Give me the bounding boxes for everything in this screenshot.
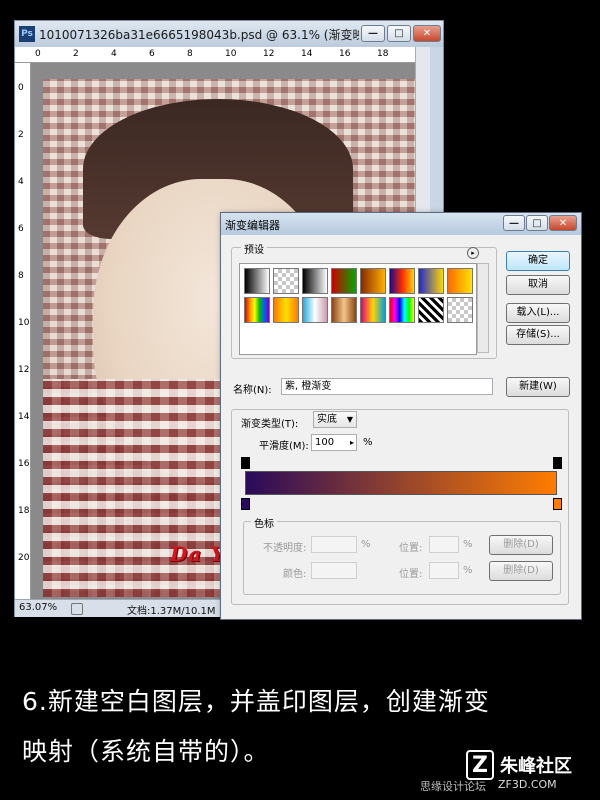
preset-swatch[interactable]	[244, 297, 270, 323]
preset-swatch[interactable]	[331, 268, 357, 294]
stops-group-label: 色标	[251, 515, 277, 530]
zoom-level[interactable]: 63.07%	[19, 602, 57, 613]
smoothness-input[interactable]: 100 ▸	[311, 434, 357, 451]
ruler-tick-label: 6	[18, 224, 24, 234]
color-stop-right[interactable]	[553, 498, 562, 510]
photoshop-logo-icon: Ps	[19, 26, 35, 42]
presets-scrollbar[interactable]	[477, 263, 489, 353]
preset-swatch[interactable]	[389, 268, 415, 294]
preset-swatch[interactable]	[447, 297, 473, 323]
save-button[interactable]: 存储(S)...	[506, 325, 570, 345]
cancel-button[interactable]: 取消	[506, 275, 570, 295]
ruler-tick-label: 16	[339, 49, 351, 59]
ruler-tick-label: 14	[301, 49, 313, 59]
name-input[interactable]: 紫, 橙渐变	[281, 378, 493, 395]
preset-swatch[interactable]	[418, 268, 444, 294]
presets-label: 预设	[241, 241, 267, 256]
ruler-tick-label: 4	[18, 177, 24, 187]
ruler-tick-label: 10	[225, 49, 237, 59]
preset-swatch[interactable]	[389, 297, 415, 323]
opacity-location-input[interactable]	[429, 536, 459, 553]
name-label: 名称(N):	[233, 385, 272, 396]
dialog-minimize-button[interactable]: —	[503, 215, 525, 231]
delete-opacity-stop-button[interactable]: 删除(D)	[489, 535, 553, 555]
preset-swatch[interactable]	[331, 297, 357, 323]
ruler-tick-label: 12	[263, 49, 275, 59]
caption-line-1: 6.新建空白图层，并盖印图层，创建渐变	[22, 687, 490, 716]
color-stop-left[interactable]	[241, 498, 250, 510]
preset-swatch[interactable]	[418, 297, 444, 323]
ruler-tick-label: 2	[73, 49, 79, 59]
gradient-type-label: 渐变类型(T):	[241, 419, 299, 430]
preset-swatch[interactable]	[360, 268, 386, 294]
ruler-tick-label: 20	[18, 553, 30, 563]
delete-color-stop-button[interactable]: 删除(D)	[489, 561, 553, 581]
preset-swatch[interactable]	[447, 268, 473, 294]
gradient-type-select[interactable]: 实底 ▼	[313, 411, 357, 428]
opacity-stop-right[interactable]	[553, 457, 562, 469]
document-size: 文档:1.37M/10.1M	[127, 606, 216, 617]
opacity-stop-left[interactable]	[241, 457, 250, 469]
dialog-close-button[interactable]: ✕	[549, 215, 577, 231]
new-button[interactable]: 新建(W)	[506, 377, 570, 397]
smoothness-label: 平滑度(M):	[259, 441, 309, 452]
ruler-tick-label: 8	[187, 49, 193, 59]
maximize-button[interactable]: □	[387, 25, 411, 42]
brand-name: 朱峰社区	[500, 756, 572, 777]
opacity-location-percent: %	[463, 539, 473, 550]
ruler-tick-label: 18	[377, 49, 389, 59]
ruler-tick-label: 16	[18, 459, 30, 469]
document-title: 1010071326ba31e6665198043b.psd @ 63.1% (…	[39, 28, 359, 42]
opacity-input[interactable]	[311, 536, 357, 553]
ruler-tick-label: 0	[18, 83, 24, 93]
ruler-tick-label: 10	[18, 318, 30, 328]
ruler-tick-label: 0	[35, 49, 41, 59]
close-button[interactable]: ✕	[413, 25, 441, 42]
load-button[interactable]: 载入(L)...	[506, 303, 570, 323]
ruler-tick-label: 6	[149, 49, 155, 59]
minimize-button[interactable]: —	[361, 25, 385, 42]
smoothness-percent: %	[363, 437, 373, 448]
chevron-right-icon[interactable]: ▸	[350, 435, 354, 450]
ruler-tick-label: 12	[18, 365, 30, 375]
color-location-percent: %	[463, 565, 473, 576]
opacity-percent: %	[361, 539, 371, 550]
dialog-maximize-button[interactable]: □	[526, 215, 548, 231]
horizontal-ruler: 02468101214161820	[15, 47, 429, 63]
status-menu-icon[interactable]	[71, 603, 83, 615]
opacity-location-label: 位置:	[399, 543, 423, 554]
color-swatch[interactable]	[311, 562, 357, 579]
preset-swatch[interactable]	[302, 297, 328, 323]
ruler-tick-label: 2	[18, 130, 24, 140]
gradient-editor-dialog: 渐变编辑器 — □ ✕ 预设 ▸ 确定 取消 载入(L)... 存储(S)...…	[220, 212, 582, 620]
vertical-ruler: 0 2 4 6 8 10 12 14 16 18 20	[15, 63, 31, 599]
preset-swatch[interactable]	[360, 297, 386, 323]
presets-grid	[239, 263, 477, 355]
document-titlebar[interactable]: Ps 1010071326ba31e6665198043b.psd @ 63.1…	[15, 21, 443, 47]
dialog-title: 渐变编辑器	[225, 219, 280, 232]
presets-menu-icon[interactable]: ▸	[467, 247, 479, 259]
brand-logo-icon: Z	[466, 750, 494, 780]
chevron-down-icon: ▼	[346, 415, 353, 424]
ok-button[interactable]: 确定	[506, 251, 570, 271]
color-location-label: 位置:	[399, 569, 423, 580]
ruler-tick-label: 8	[18, 271, 24, 281]
preset-swatch[interactable]	[244, 268, 270, 294]
color-location-input[interactable]	[429, 562, 459, 579]
preset-swatch[interactable]	[273, 268, 299, 294]
gradient-preview-bar[interactable]	[245, 471, 557, 495]
ruler-tick-label: 4	[111, 49, 117, 59]
caption-line-2: 映射（系统自带的）。	[22, 737, 270, 766]
brand-url: ZF3D.COM	[498, 778, 557, 791]
partner-text: 思缘设计论坛	[420, 780, 486, 793]
opacity-label: 不透明度:	[263, 543, 307, 554]
dialog-titlebar[interactable]: 渐变编辑器 — □ ✕	[221, 213, 581, 235]
ruler-tick-label: 14	[18, 412, 30, 422]
preset-swatch[interactable]	[302, 268, 328, 294]
ruler-tick-label: 18	[18, 506, 30, 516]
preset-swatch[interactable]	[273, 297, 299, 323]
stops-group	[243, 521, 561, 595]
color-label: 颜色:	[283, 569, 307, 580]
